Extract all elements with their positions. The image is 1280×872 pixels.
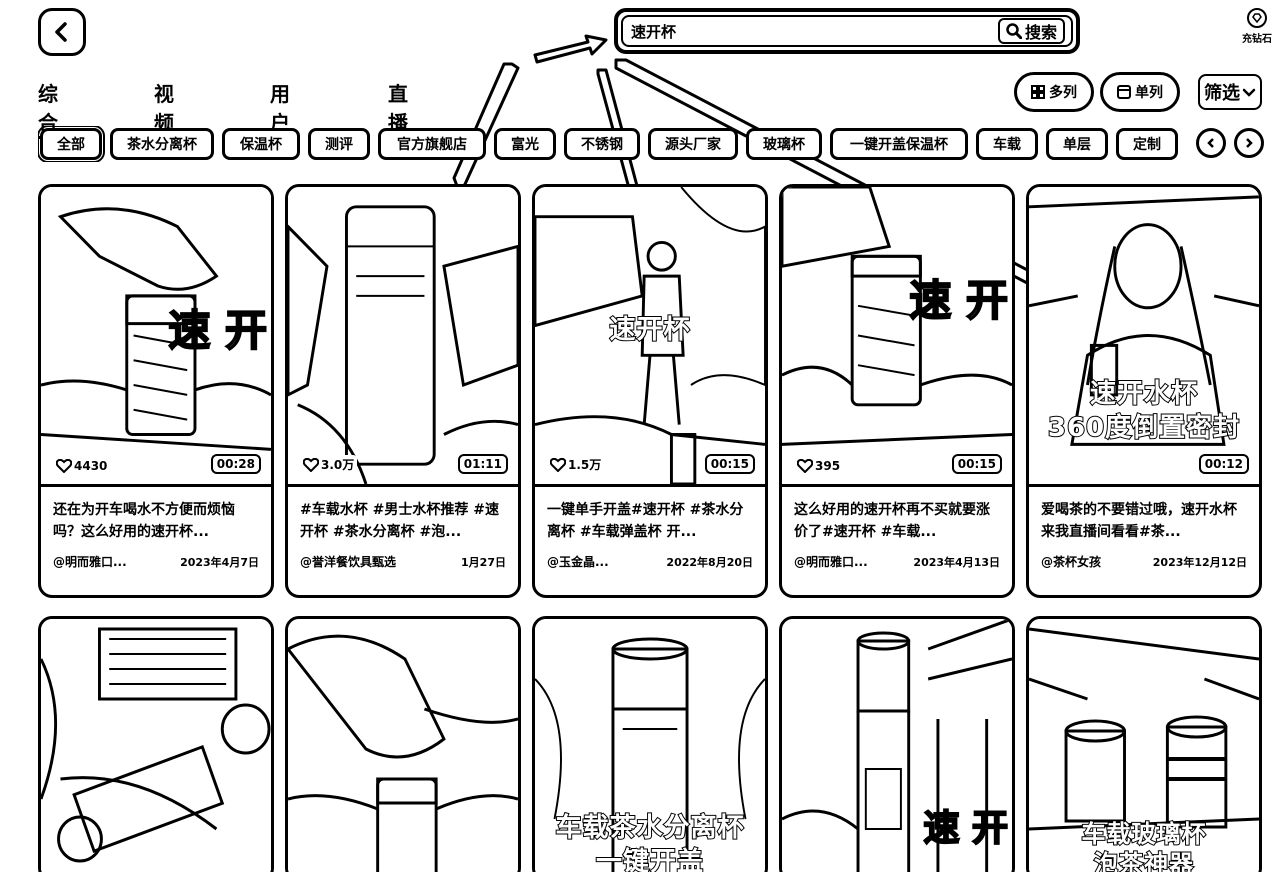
overlay-text: 速 开: [167, 305, 268, 356]
like-count-value: 3.0万: [321, 458, 355, 472]
chip-custom[interactable]: 定制: [1116, 128, 1178, 160]
overlay-text: 车载茶水分离杯 一键开盖: [554, 812, 745, 872]
video-thumbnail: 速 开 395 00:15: [782, 187, 1012, 487]
author-name[interactable]: @玉金晶...: [547, 553, 609, 570]
chevron-down-icon: [1242, 88, 1256, 97]
duration-badge: 00:28: [210, 454, 261, 474]
single-column-label: 单列: [1135, 85, 1163, 101]
video-title[interactable]: 一键单手开盖#速开杯 #茶水分离杯 #车载弹盖杯 开...: [547, 499, 753, 543]
author-name[interactable]: @茶杯女孩: [1041, 553, 1101, 570]
multi-column-label: 多列: [1049, 85, 1077, 101]
overlay-text: 车载玻璃杯 泡茶神器: [1081, 819, 1207, 872]
duration-badge: 00:15: [951, 454, 1002, 474]
overlay-text: 速 开: [908, 275, 1009, 326]
author-name[interactable]: @誉洋餐饮具甄选: [300, 553, 396, 570]
publish-date: 2022年8月20日: [666, 555, 753, 569]
chips-next-button[interactable]: [1234, 128, 1264, 158]
like-count: 3.0万: [300, 455, 358, 474]
filter-chips: 全部 茶水分离杯 保温杯 测评 官方旗舰店 富光 不锈钢 源头厂家 玻璃杯 一键…: [38, 126, 1198, 162]
duration-badge: 01:11: [457, 454, 508, 474]
single-column-icon: [1117, 85, 1131, 99]
heart-icon: [56, 459, 72, 473]
overlay-text: 速开水杯 360度倒置密封: [1047, 378, 1241, 444]
video-thumbnail: 车载茶水分离杯 一键开盖: [535, 619, 765, 872]
publish-date: 2023年4月7日: [180, 555, 259, 569]
like-count-value: 1.5万: [568, 458, 602, 472]
video-thumbnail: 速 开 4430 00:28: [41, 187, 271, 487]
publish-date: 2023年12月12日: [1152, 555, 1247, 569]
chips-prev-button[interactable]: [1196, 128, 1226, 158]
video-thumbnail: 速 开: [782, 619, 1012, 872]
heart-icon: [550, 457, 566, 472]
publish-date: 1月27日: [461, 555, 506, 569]
video-title[interactable]: 这么好用的速开杯再不买就要涨价了#速开杯 #车载...: [794, 499, 1000, 543]
multi-column-button[interactable]: 多列: [1014, 72, 1094, 112]
like-count: 1.5万: [547, 455, 605, 474]
video-thumbnail: 速开杯 1.5万 00:15: [535, 187, 765, 487]
chip-tea-separation[interactable]: 茶水分离杯: [110, 128, 214, 160]
video-card[interactable]: 车载茶水分离杯 一键开盖: [532, 616, 768, 872]
video-thumbnail: [41, 619, 271, 872]
publish-date: 2023年4月13日: [913, 555, 1000, 569]
heart-icon: [797, 459, 813, 473]
like-count-value: 395: [815, 459, 841, 473]
video-card[interactable]: 速开杯 1.5万 00:15 一键单手开盖#速开杯 #茶水分离杯 #车载弹盖杯 …: [532, 184, 768, 598]
filter-label: 筛选: [1204, 83, 1240, 104]
video-card[interactable]: 速 开: [779, 616, 1015, 872]
video-title[interactable]: #车载水杯 #男士水杯推荐 #速开杯 #茶水分离杯 #泡...: [300, 499, 506, 543]
overlay-text: 速 开: [922, 806, 1009, 850]
chip-stainless-steel[interactable]: 不锈钢: [564, 128, 640, 160]
chip-thermos[interactable]: 保温杯: [222, 128, 300, 160]
chip-glass[interactable]: 玻璃杯: [746, 128, 822, 160]
video-thumbnail: 速开水杯 360度倒置密封 00:12: [1029, 187, 1259, 487]
single-column-button[interactable]: 单列: [1100, 72, 1180, 112]
video-card[interactable]: 车载玻璃杯 泡茶神器: [1026, 616, 1262, 872]
video-thumbnail: 3.0万 01:11: [288, 187, 518, 487]
grid-icon: [1031, 85, 1045, 99]
video-title[interactable]: 爱喝茶的不要错过哦，速开水杯来我直播间看看#茶...: [1041, 499, 1247, 543]
video-card[interactable]: [285, 616, 521, 872]
video-card[interactable]: 速开水杯 360度倒置密封 00:12 爱喝茶的不要错过哦，速开水杯来我直播间看…: [1026, 184, 1262, 598]
video-thumbnail: 车载玻璃杯 泡茶神器: [1029, 619, 1259, 872]
video-title[interactable]: 还在为开车喝水不方便而烦恼吗？这么好用的速开杯...: [53, 499, 259, 543]
chip-car[interactable]: 车载: [976, 128, 1038, 160]
filter-button[interactable]: 筛选: [1198, 74, 1262, 110]
duration-badge: 00:12: [1198, 454, 1249, 474]
chip-review[interactable]: 测评: [308, 128, 370, 160]
arrow-to-search: [533, 34, 608, 64]
like-count: 4430: [53, 458, 111, 474]
video-thumbnail: [288, 619, 518, 872]
video-card[interactable]: 3.0万 01:11 #车载水杯 #男士水杯推荐 #速开杯 #茶水分离杯 #泡.…: [285, 184, 521, 598]
video-card[interactable]: 速 开 395 00:15 这么好用的速开杯再不买就要涨价了#速开杯 #车载..…: [779, 184, 1015, 598]
chevron-left-icon: [1207, 138, 1214, 148]
heart-icon: [303, 457, 319, 472]
chip-fuguang[interactable]: 富光: [494, 128, 556, 160]
author-name[interactable]: @明而雅口...: [53, 553, 127, 570]
chip-all[interactable]: 全部: [38, 126, 105, 162]
video-card[interactable]: 速 开 4430 00:28 还在为开车喝水不方便而烦恼吗？这么好用的速开杯..…: [38, 184, 274, 598]
chip-factory[interactable]: 源头厂家: [648, 128, 738, 160]
chip-official-store[interactable]: 官方旗舰店: [378, 128, 486, 160]
chip-single-layer[interactable]: 单层: [1046, 128, 1108, 160]
duration-badge: 00:15: [704, 454, 755, 474]
chip-one-key-thermos[interactable]: 一键开盖保温杯: [830, 128, 968, 160]
author-name[interactable]: @明而雅口...: [794, 553, 868, 570]
overlay-text: 速开杯: [608, 314, 691, 346]
like-count: 395: [794, 458, 844, 474]
chevron-right-icon: [1246, 138, 1253, 148]
like-count-value: 4430: [74, 459, 108, 473]
video-card[interactable]: [38, 616, 274, 872]
